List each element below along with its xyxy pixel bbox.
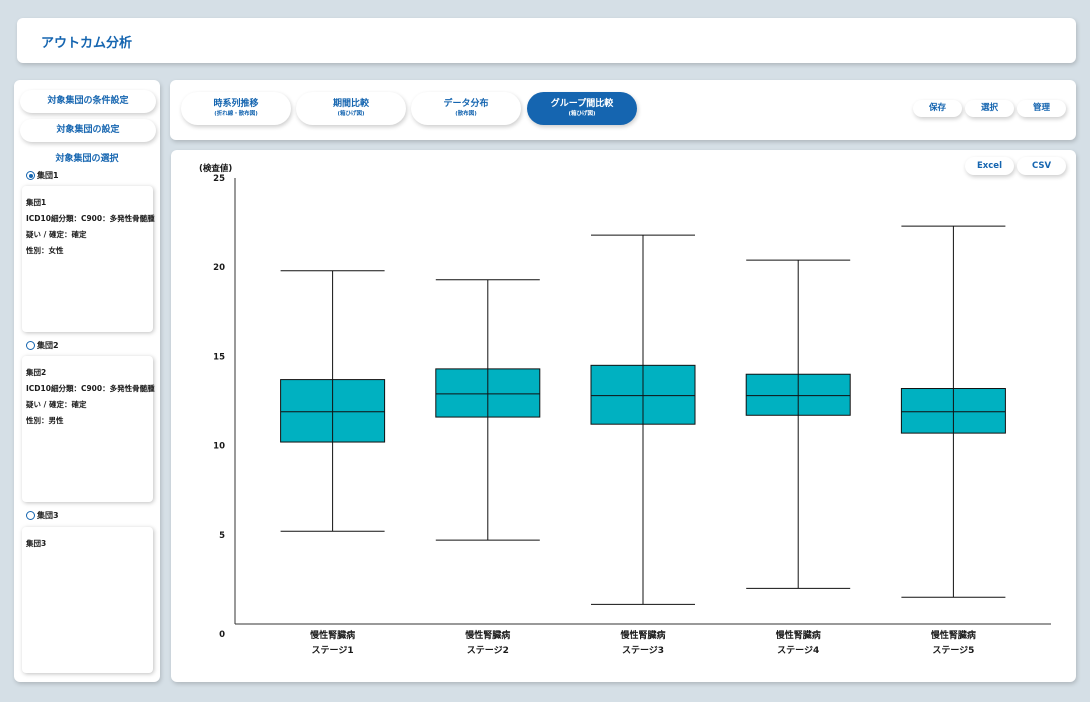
group2-radio[interactable]: 集団2 — [26, 340, 59, 351]
box-plot-chart: (検査値) 0 5 10 15 20 25 慢性腎臓病ステージ1 慢性腎臓病ステージ2 慢性腎臓病… — [199, 163, 1051, 656]
group1-icd10: ICD10細分類：C900：多発性骨髄腫 — [26, 214, 155, 223]
y-axis-label: (検査値) — [199, 163, 232, 174]
tab-period-compare-sub: (箱ひげ図) — [337, 111, 365, 117]
manage-button[interactable]: 管理 — [1017, 100, 1066, 117]
header-bar: アウトカム分析 — [17, 18, 1076, 63]
tab-time-series-sub: (折れ線・散布図) — [214, 111, 258, 117]
group3-radio[interactable]: 集団3 — [26, 510, 59, 521]
radio-unchecked-icon — [26, 341, 35, 350]
condition-settings-button[interactable]: 対象集団の条件設定 — [20, 90, 156, 113]
tab-period-compare[interactable]: 期間比較 (箱ひげ図) — [296, 92, 406, 125]
x-tick-label: 慢性腎臓病 — [931, 629, 976, 641]
group3-radio-label: 集団3 — [37, 511, 59, 520]
save-button[interactable]: 保存 — [913, 100, 962, 117]
y-tick-label: 10 — [213, 442, 225, 452]
group1-radio[interactable]: 集団1 — [26, 170, 59, 181]
y-tick-label: 25 — [213, 174, 225, 184]
y-tick-label: 20 — [213, 263, 225, 273]
y-tick-label: 0 — [219, 630, 225, 640]
select-button[interactable]: 選択 — [965, 100, 1014, 117]
group1-summary: 集団1 ICD10細分類：C900：多発性骨髄腫 疑い / 確定：確定 性別：女… — [22, 186, 155, 332]
tab-bar: 時系列推移 (折れ線・散布図) 期間比較 (箱ひげ図) データ分布 (散布図) … — [170, 80, 1076, 140]
group2-certainty: 疑い / 確定：確定 — [26, 400, 87, 409]
tab-distribution-label: データ分布 — [443, 99, 489, 109]
tab-distribution-sub: (散布図) — [455, 111, 477, 117]
x-tick-label: 慢性腎臓病 — [310, 629, 355, 641]
group1-name: 集団1 — [26, 198, 47, 207]
group1-sex: 性別：女性 — [26, 246, 64, 255]
group1-certainty: 疑い / 確定：確定 — [26, 230, 87, 239]
group2-name: 集団2 — [26, 368, 47, 377]
tab-distribution[interactable]: データ分布 (散布図) — [411, 92, 521, 125]
tab-group-compare[interactable]: グループ間比較 (箱ひげ図) — [527, 92, 637, 125]
tab-time-series[interactable]: 時系列推移 (折れ線・散布図) — [181, 92, 291, 125]
tab-group-compare-label: グループ間比較 — [550, 99, 614, 109]
tab-time-series-label: 時系列推移 — [213, 99, 259, 109]
group2-sex: 性別：男性 — [26, 416, 64, 425]
x-tick-label: 慢性腎臓病 — [465, 629, 510, 641]
y-tick-label: 15 — [213, 352, 225, 362]
group-selection-heading: 対象集団の選択 — [55, 154, 119, 164]
sidebar: 対象集団の条件設定 対象集団の設定 対象集団の選択 集団1 集団1 ICD10細… — [14, 80, 160, 682]
group2-summary: 集団2 ICD10細分類：C900：多発性骨髄腫 疑い / 確定：確定 性別：男… — [22, 356, 155, 502]
group2-radio-label: 集団2 — [37, 341, 59, 350]
page-title: アウトカム分析 — [41, 36, 133, 51]
radio-unchecked-icon — [26, 511, 35, 520]
x-tick-label: ステージ5 — [932, 645, 974, 656]
tab-group-compare-sub: (箱ひげ図) — [568, 111, 596, 117]
radio-checked-icon — [26, 171, 35, 180]
group-settings-button[interactable]: 対象集団の設定 — [20, 119, 156, 142]
group3-name: 集団3 — [26, 539, 47, 548]
x-tick-label: 慢性腎臓病 — [776, 629, 821, 641]
x-tick-label: ステージ2 — [467, 645, 509, 656]
x-tick-label: 慢性腎臓病 — [620, 629, 665, 641]
group2-icd10: ICD10細分類：C900：多発性骨髄腫 — [26, 384, 155, 393]
x-tick-label: ステージ3 — [622, 645, 664, 656]
x-tick-label: ステージ1 — [312, 645, 354, 656]
y-tick-label: 5 — [219, 531, 225, 541]
chart-panel: Excel CSV (検査値) 0 5 10 15 20 25 慢性腎臓病 ステージ1 慢性腎臓病… — [171, 150, 1076, 682]
x-tick-label: ステージ4 — [777, 645, 819, 656]
group1-radio-label: 集団1 — [37, 171, 59, 180]
group3-summary: 集団3 — [22, 527, 153, 673]
tab-period-compare-label: 期間比較 — [332, 99, 369, 109]
